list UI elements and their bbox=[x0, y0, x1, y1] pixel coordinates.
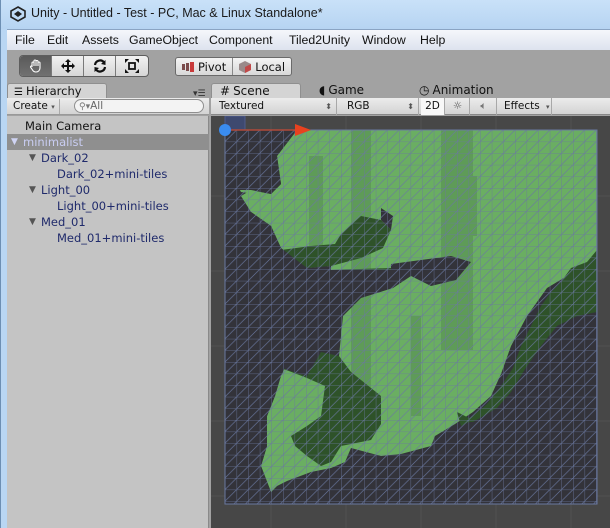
hierarchy-item-label: Med_01 bbox=[41, 215, 86, 229]
menu-help[interactable]: Help bbox=[420, 33, 445, 47]
effects-dropdown[interactable]: Effects ▾ bbox=[498, 98, 552, 115]
scene-view[interactable] bbox=[211, 116, 610, 528]
pivot-label: Pivot bbox=[198, 59, 227, 74]
hierarchy-tab-label: Hierarchy bbox=[25, 84, 82, 98]
tile-grid-overlay bbox=[224, 129, 598, 505]
pacman-icon: ◖ bbox=[319, 83, 326, 97]
clock-icon: ◷ bbox=[419, 83, 430, 97]
menu-gameobject[interactable]: GameObject bbox=[129, 33, 198, 47]
create-dropdown[interactable]: Create ▾ bbox=[9, 99, 60, 114]
unity-window: Unity - Untitled - Test - PC, Mac & Linu… bbox=[0, 0, 610, 528]
hierarchy-item-label: Med_01+mini-tiles bbox=[57, 231, 165, 245]
hierarchy-item[interactable]: Med_01+mini-tiles bbox=[7, 230, 209, 246]
expand-triangle-icon[interactable]: ▼ bbox=[11, 134, 18, 150]
hierarchy-item-label: Light_00+mini-tiles bbox=[57, 199, 169, 213]
create-label: Create bbox=[13, 100, 48, 112]
move-tool-button[interactable] bbox=[52, 56, 84, 76]
grid-hash-icon: # bbox=[220, 84, 231, 98]
hierarchy-item[interactable]: Dark_02+mini-tiles bbox=[7, 166, 209, 182]
hierarchy-item[interactable]: Main Camera bbox=[7, 118, 209, 134]
hierarchy-item[interactable]: ▼ Dark_02 bbox=[7, 150, 209, 166]
editor-main: ☰ Hierarchy ▾ ☰ Create ▾ ⚲▾All Main Camera… bbox=[7, 81, 610, 528]
pivot-button[interactable]: Pivot bbox=[176, 58, 234, 75]
hand-icon bbox=[29, 59, 41, 73]
rotate-icon bbox=[93, 59, 106, 73]
search-icon: ⚲▾ bbox=[79, 102, 91, 112]
pivot-local-toggle: Pivot Local bbox=[175, 57, 293, 76]
menu-file[interactable]: File bbox=[15, 33, 35, 47]
render-mode-value: RGB bbox=[347, 100, 370, 112]
hierarchy-item[interactable]: Light_00+mini-tiles bbox=[7, 198, 209, 214]
title-bar: Unity - Untitled - Test - PC, Mac & Linu… bbox=[1, 0, 610, 29]
hierarchy-toolbar: Create ▾ ⚲▾All bbox=[7, 98, 209, 115]
animation-tab-label: Animation bbox=[432, 83, 494, 97]
hierarchy-item-label: minimalist bbox=[23, 135, 84, 149]
hierarchy-item-label: Light_00 bbox=[41, 183, 91, 197]
search-placeholder: All bbox=[90, 100, 104, 112]
local-label: Local bbox=[255, 59, 286, 74]
draw-mode-dropdown[interactable]: Textured ⬍ bbox=[211, 98, 337, 115]
rotate-tool-button[interactable] bbox=[84, 56, 116, 76]
hand-tool-button[interactable] bbox=[20, 56, 52, 76]
scene-canvas[interactable] bbox=[211, 116, 610, 528]
speaker-icon: 🔈︎ bbox=[480, 100, 487, 112]
list-icon: ☰ bbox=[14, 87, 23, 98]
gizmo-origin-handle[interactable] bbox=[219, 124, 231, 136]
updown-arrows-icon: ⬍ bbox=[407, 102, 414, 111]
hierarchy-item-label: Dark_02+mini-tiles bbox=[57, 167, 168, 181]
unity-logo-icon bbox=[10, 6, 26, 22]
hierarchy-item-label: Main Camera bbox=[25, 119, 102, 133]
render-mode-dropdown[interactable]: RGB ⬍ bbox=[339, 98, 419, 115]
hierarchy-item-label: Dark_02 bbox=[41, 151, 89, 165]
hierarchy-item[interactable]: ▼ minimalist bbox=[7, 134, 209, 150]
mode-2d-label: 2D bbox=[425, 100, 440, 112]
menu-component[interactable]: Component bbox=[209, 33, 273, 47]
scene-tabs: # Scene ◖ Game ◷ Animation bbox=[211, 81, 610, 99]
menu-tiled2unity[interactable]: Tiled2Unity bbox=[289, 33, 350, 47]
scene-tab-label: Scene bbox=[233, 84, 270, 98]
draw-mode-value: Textured bbox=[219, 100, 265, 112]
toggle-2d-button[interactable]: 2D bbox=[421, 98, 445, 115]
chevron-down-icon: ▾ bbox=[51, 103, 55, 111]
effects-label: Effects bbox=[504, 100, 540, 112]
expand-triangle-icon[interactable]: ▼ bbox=[29, 214, 36, 230]
pivot-icon bbox=[182, 61, 194, 72]
chevron-down-icon: ▾ bbox=[546, 103, 550, 111]
tab-game[interactable]: ◖ Game bbox=[311, 83, 391, 99]
scale-tool-button[interactable] bbox=[116, 56, 148, 76]
expand-triangle-icon[interactable]: ▼ bbox=[29, 150, 36, 166]
sun-icon: ☼ bbox=[452, 100, 463, 112]
tab-scene[interactable]: # Scene bbox=[211, 83, 301, 99]
local-cube-icon bbox=[239, 60, 252, 73]
hierarchy-item[interactable]: ▼ Med_01 bbox=[7, 214, 209, 230]
transform-tools bbox=[19, 55, 149, 77]
lighting-toggle[interactable]: ☼ bbox=[446, 98, 470, 115]
hierarchy-item[interactable]: ▼ Light_00 bbox=[7, 182, 209, 198]
audio-toggle[interactable]: 🔈︎ bbox=[471, 98, 497, 115]
tab-hierarchy[interactable]: ☰ Hierarchy bbox=[7, 83, 107, 99]
scene-toolbar: Textured ⬍ RGB ⬍ 2D ☼ 🔈︎ Effects ▾ bbox=[211, 98, 610, 115]
menu-edit[interactable]: Edit bbox=[47, 33, 68, 47]
main-toolbar: Pivot Local bbox=[7, 50, 610, 81]
local-button[interactable]: Local bbox=[233, 58, 291, 75]
menu-bar: File Edit Assets GameObject Component Ti… bbox=[7, 29, 610, 50]
updown-arrows-icon: ⬍ bbox=[325, 102, 332, 111]
scale-icon bbox=[125, 59, 139, 73]
hierarchy-panel: Main Camera ▼ minimalist ▼ Dark_02 Dark_02+mi… bbox=[7, 116, 209, 528]
game-tab-label: Game bbox=[328, 83, 365, 97]
menu-window[interactable]: Window bbox=[362, 33, 406, 47]
menu-assets[interactable]: Assets bbox=[82, 33, 119, 47]
window-title: Unity - Untitled - Test - PC, Mac & Linu… bbox=[31, 6, 323, 20]
expand-triangle-icon[interactable]: ▼ bbox=[29, 182, 36, 198]
tab-animation[interactable]: ◷ Animation bbox=[411, 83, 511, 99]
hierarchy-search-input[interactable]: ⚲▾All bbox=[74, 99, 204, 113]
move-arrows-icon bbox=[60, 59, 75, 73]
